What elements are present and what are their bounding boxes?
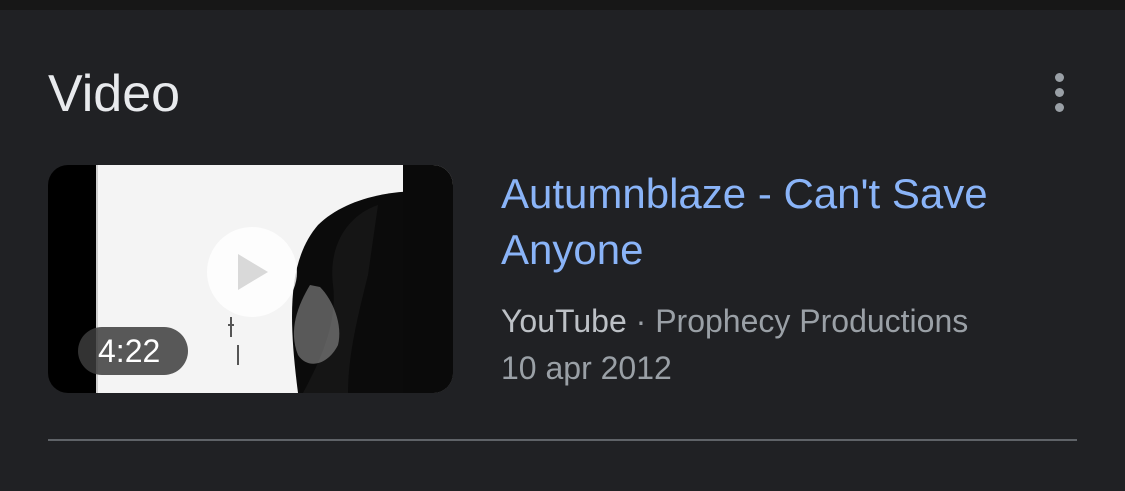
video-title-link[interactable]: Autumnblaze - Can't Save Anyone: [501, 166, 1091, 278]
channel-label: Prophecy Productions: [655, 303, 969, 339]
video-meta: YouTube · Prophecy Productions: [501, 299, 968, 343]
play-icon-glyph: [238, 254, 268, 290]
thumbnail-border: [403, 165, 453, 393]
more-vert-icon-dot: [1054, 72, 1064, 82]
divider: [48, 439, 1077, 441]
video-thumbnail[interactable]: 4:22: [48, 165, 453, 393]
more-vert-icon-dot: [1054, 87, 1064, 97]
more-options-button[interactable]: [1040, 66, 1078, 118]
section-title: Video: [48, 65, 181, 123]
play-icon[interactable]: [207, 227, 297, 317]
more-vert-icon-dot: [1054, 102, 1064, 112]
publish-date: 10 apr 2012: [501, 350, 672, 386]
meta-separator: ·: [635, 303, 647, 339]
top-strip: [0, 0, 1125, 10]
duration-badge: 4:22: [78, 327, 189, 375]
source-label: YouTube: [501, 303, 627, 339]
